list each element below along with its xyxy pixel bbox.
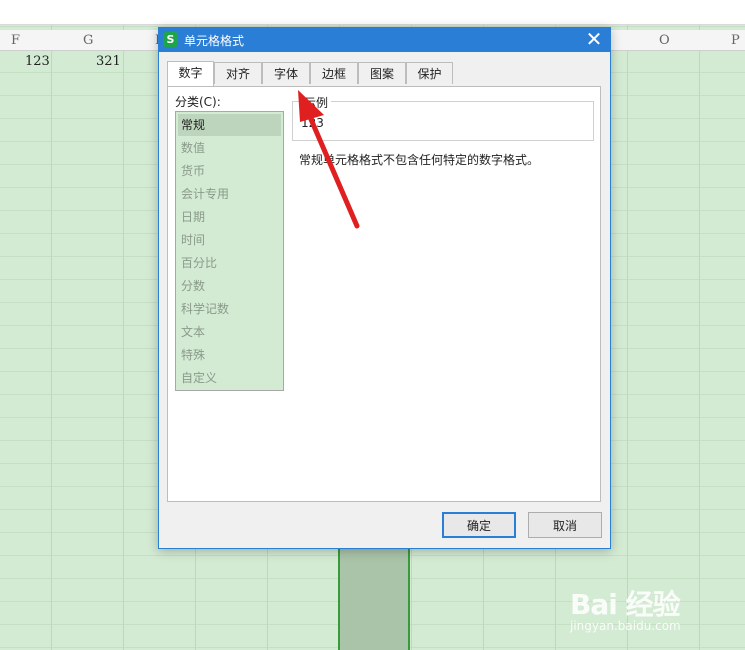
watermark-brand: Bai 经验 bbox=[570, 588, 681, 621]
tab-number[interactable]: 数字 bbox=[167, 61, 214, 86]
watermark-url: jingyan.baidu.com bbox=[570, 619, 681, 633]
baidu-watermark: Bai 经验 jingyan.baidu.com bbox=[570, 575, 740, 635]
annotation-arrow bbox=[298, 90, 360, 229]
